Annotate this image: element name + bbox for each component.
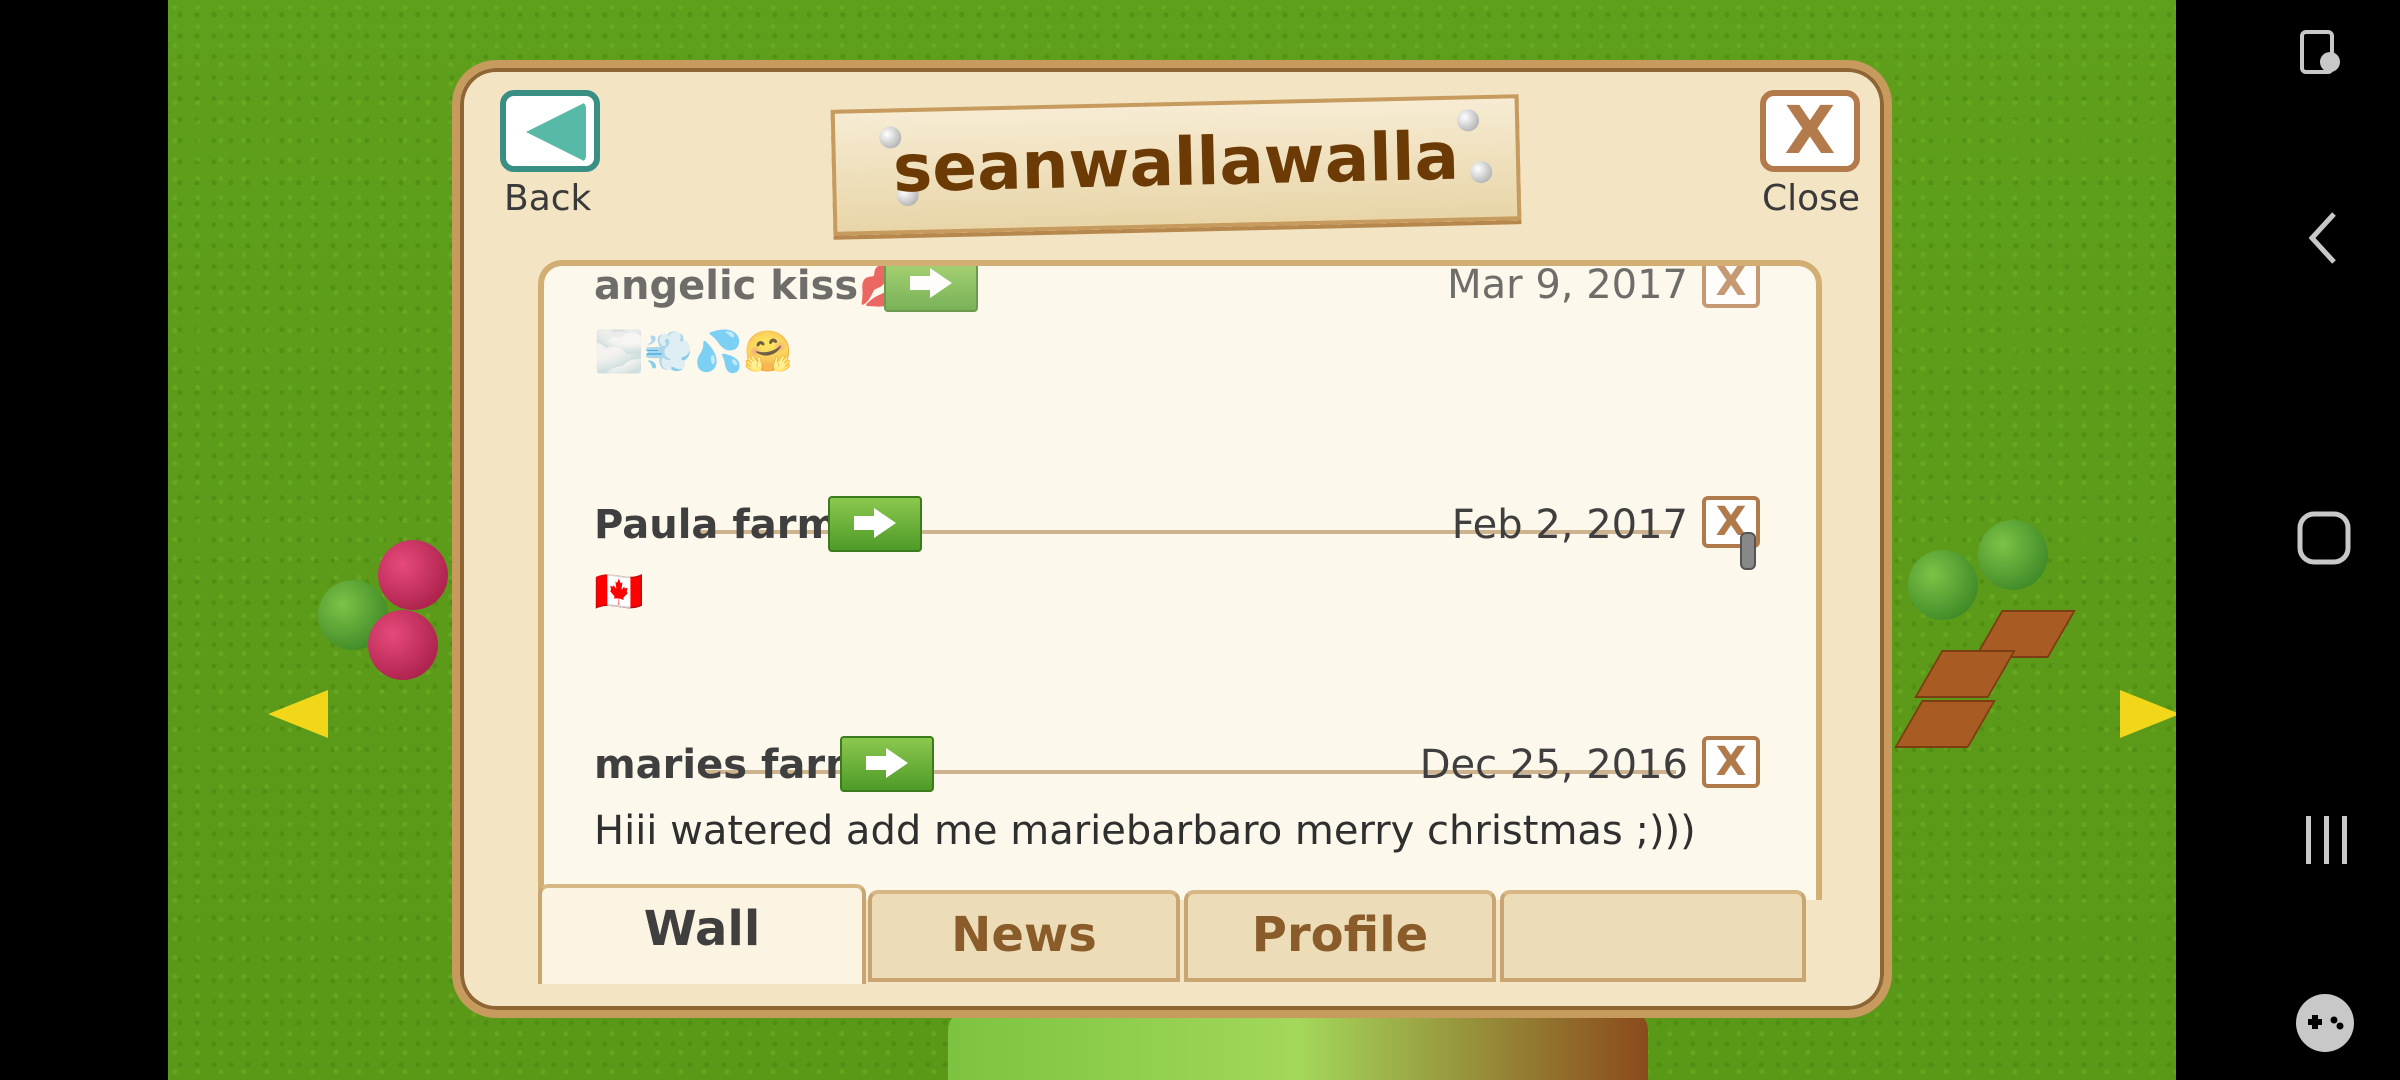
profile-dialog: Back seanwallawalla X Close angelic kiss… (452, 60, 1892, 1018)
post-author: Paula farm (594, 502, 839, 548)
close-button[interactable]: X (1760, 90, 1860, 172)
farm-area-right (1868, 500, 2176, 800)
post-date: Feb 2, 2017 (1451, 502, 1688, 548)
delete-post-button[interactable]: X (1702, 266, 1760, 308)
back-arrow-icon (526, 102, 586, 162)
system-navigation-bar (2176, 0, 2400, 1080)
tab-wall[interactable]: Wall (538, 884, 866, 984)
crop-plot (1914, 650, 2016, 698)
back-icon[interactable] (2304, 208, 2344, 268)
back-button[interactable] (500, 90, 600, 172)
visit-farm-button[interactable] (884, 266, 978, 312)
crop-field (948, 1010, 1648, 1080)
tree (378, 540, 448, 610)
tab-bar: Wall News Profile (538, 884, 1822, 990)
post-date: Mar 9, 2017 (1447, 262, 1688, 308)
dialog-title: seanwallawalla (892, 117, 1460, 208)
visit-farm-button[interactable] (828, 496, 922, 552)
title-plank: seanwallawalla (830, 94, 1522, 236)
post-body: Hiii watered add me mariebarbaro merry c… (594, 808, 1696, 854)
expand-left-arrow[interactable] (268, 690, 328, 738)
visit-farm-button[interactable] (840, 736, 934, 792)
back-label: Back (504, 178, 592, 219)
crop-plot (1894, 700, 1996, 748)
screen-touch-icon[interactable] (2296, 28, 2352, 84)
tree (368, 610, 438, 680)
recents-icon[interactable] (2302, 812, 2352, 868)
post-author: maries farm (594, 742, 867, 788)
tab-empty[interactable] (1500, 890, 1806, 982)
tab-profile[interactable]: Profile (1184, 890, 1496, 982)
expand-right-arrow[interactable] (2120, 690, 2176, 738)
post-date: Dec 25, 2016 (1419, 742, 1688, 788)
tree (1978, 520, 2048, 590)
post-body: 🇨🇦 (594, 569, 644, 615)
close-label: Close (1762, 178, 1861, 219)
delete-post-button[interactable]: X (1702, 736, 1760, 788)
tab-news[interactable]: News (868, 890, 1180, 982)
tree (1908, 550, 1978, 620)
wall-feed[interactable]: angelic kiss💋 Mar 9, 2017 X 🌫️💨💦🤗 Paula … (538, 260, 1822, 900)
home-icon[interactable] (2296, 510, 2352, 566)
post-body: 🌫️💨💦🤗 (594, 329, 794, 375)
game-controller-icon[interactable] (2294, 992, 2356, 1054)
scrollbar-thumb[interactable] (1740, 532, 1756, 570)
post-author: angelic kiss💋 (594, 263, 909, 309)
